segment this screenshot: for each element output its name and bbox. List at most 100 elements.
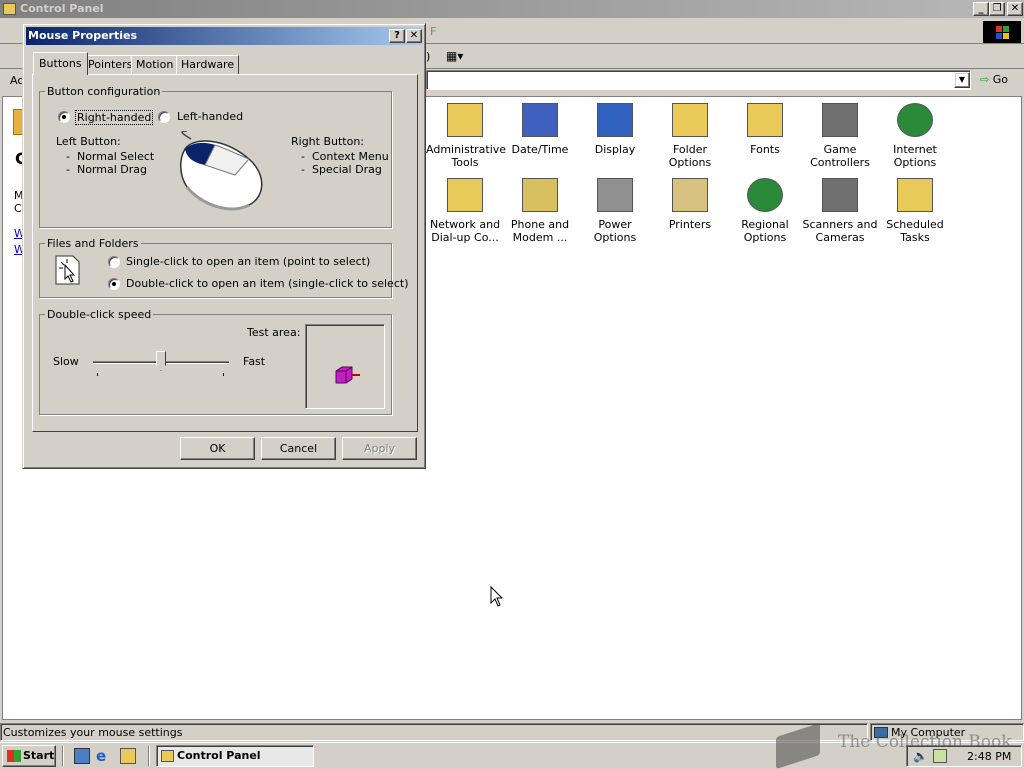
toolbar-back-partial[interactable]: ) bbox=[426, 50, 430, 63]
cp-item[interactable]: Scheduled Tasks bbox=[876, 174, 954, 244]
cp-item[interactable]: Regional Options bbox=[726, 174, 804, 244]
watermark: The Collection Book bbox=[776, 722, 1016, 769]
minimize-button[interactable]: _ bbox=[973, 2, 989, 16]
left-handed-label[interactable]: Left-handed bbox=[177, 110, 243, 123]
menu-file[interactable]: F bbox=[430, 25, 436, 38]
cp-item[interactable]: Phone and Modem ... bbox=[501, 174, 579, 244]
fonts-folder-icon bbox=[747, 103, 783, 137]
cp-item-label: Power Options bbox=[593, 218, 637, 244]
cp-item-label: Administrative Tools bbox=[426, 143, 507, 169]
right-handed-radio[interactable] bbox=[58, 111, 70, 123]
slider-tick-max bbox=[223, 373, 224, 376]
cp-item[interactable]: Game Controllers bbox=[801, 99, 879, 169]
cancel-button[interactable]: Cancel bbox=[261, 437, 336, 460]
close-button[interactable]: ✕ bbox=[1007, 2, 1023, 16]
taskbar-task-control-panel[interactable]: Control Panel bbox=[156, 745, 314, 767]
quicklaunch-separator-2 bbox=[148, 746, 150, 766]
tab-hardware[interactable]: Hardware bbox=[176, 55, 240, 75]
tab-motion[interactable]: Motion bbox=[131, 55, 179, 75]
button-configuration-label: Button configuration bbox=[45, 85, 163, 98]
go-label: Go bbox=[992, 73, 1008, 86]
left-handed-radio[interactable] bbox=[158, 111, 170, 123]
double-click-radio[interactable] bbox=[108, 278, 120, 290]
network-icon bbox=[447, 178, 483, 212]
cp-item-label: Scanners and Cameras bbox=[802, 218, 878, 244]
views-icon[interactable]: ▦▾ bbox=[446, 49, 470, 65]
single-click-label[interactable]: Single-click to open an item (point to s… bbox=[126, 255, 370, 268]
internet-explorer-icon[interactable]: e bbox=[96, 747, 106, 765]
address-input[interactable] bbox=[426, 70, 971, 90]
apply-button[interactable]: Apply bbox=[342, 437, 417, 460]
tab-buttons-label: Buttons bbox=[39, 57, 82, 70]
single-click-radio[interactable] bbox=[108, 256, 120, 268]
fast-label: Fast bbox=[243, 355, 266, 368]
tab-panel-buttons: Button configuration Right-handed Left-h… bbox=[32, 74, 418, 432]
tab-pointers-label: Pointers bbox=[88, 58, 133, 71]
outlook-express-icon[interactable] bbox=[120, 748, 136, 764]
task-control-panel-icon bbox=[161, 750, 174, 762]
dialog-close-button[interactable]: ✕ bbox=[406, 29, 422, 43]
phone-icon bbox=[522, 178, 558, 212]
right-handed-label[interactable]: Right-handed bbox=[75, 110, 154, 125]
ok-button[interactable]: OK bbox=[180, 437, 255, 460]
help-button[interactable]: ? bbox=[389, 29, 405, 43]
calendar-clock-icon bbox=[522, 103, 558, 137]
left-panel-desc-2: C bbox=[14, 202, 22, 215]
slow-label: Slow bbox=[53, 355, 79, 368]
windows-logo-icon bbox=[983, 21, 1021, 43]
monitor-icon bbox=[597, 103, 633, 137]
cp-item-label: Phone and Modem ... bbox=[510, 218, 570, 244]
folder-tools-icon bbox=[447, 103, 483, 137]
show-desktop-icon[interactable] bbox=[74, 748, 90, 764]
globe-icon bbox=[897, 103, 933, 137]
cp-item-label: Display bbox=[594, 143, 636, 156]
jack-in-the-box-icon bbox=[335, 366, 360, 384]
test-area-box[interactable] bbox=[305, 324, 385, 409]
dialog-title-bar[interactable]: Mouse Properties bbox=[26, 27, 422, 45]
tab-buttons[interactable]: Buttons bbox=[33, 52, 88, 75]
cp-item[interactable]: Internet Options bbox=[876, 99, 954, 169]
cp-item[interactable]: Scanners and Cameras bbox=[801, 174, 879, 244]
cp-item[interactable]: Power Options bbox=[576, 174, 654, 244]
cp-item[interactable]: Display bbox=[576, 99, 654, 156]
left-button-line-2: - Normal Drag bbox=[66, 163, 147, 176]
double-click-speed-label: Double-click speed bbox=[45, 308, 154, 321]
printer-icon bbox=[672, 178, 708, 212]
start-button[interactable]: Start bbox=[2, 745, 56, 767]
restore-button[interactable]: ❐ bbox=[989, 2, 1005, 16]
double-click-label[interactable]: Double-click to open an item (single-cli… bbox=[126, 277, 408, 290]
cp-item[interactable]: Folder Options bbox=[651, 99, 729, 169]
mouse-illustration-icon bbox=[180, 131, 263, 211]
windows-start-icon bbox=[7, 750, 21, 762]
cp-item[interactable]: Administrative Tools bbox=[426, 99, 507, 169]
cp-item[interactable]: Date/Time bbox=[501, 99, 579, 156]
cp-item-label: Regional Options bbox=[741, 218, 789, 244]
address-dropdown-button[interactable]: ▼ bbox=[954, 72, 970, 88]
tab-motion-label: Motion bbox=[136, 58, 174, 71]
go-button[interactable]: ⇨ Go bbox=[980, 72, 1020, 90]
cp-item[interactable]: Printers bbox=[651, 174, 729, 231]
scheduled-tasks-icon bbox=[897, 178, 933, 212]
slider-tick-min bbox=[97, 373, 98, 376]
watermark-text: The Collection Book bbox=[838, 732, 1012, 752]
cp-item-label: Printers bbox=[668, 218, 712, 231]
joystick-icon bbox=[822, 103, 858, 137]
cp-item-label: Folder Options bbox=[668, 143, 712, 169]
window-title-bar[interactable]: Control Panel bbox=[0, 0, 1024, 18]
cp-item-label: Internet Options bbox=[893, 143, 937, 169]
cp-item-label: Scheduled Tasks bbox=[886, 218, 944, 244]
cp-item-label: Fonts bbox=[750, 143, 780, 156]
task-label: Control Panel bbox=[177, 749, 261, 762]
start-label: Start bbox=[23, 749, 55, 762]
cp-item[interactable]: Network and Dial-up Co... bbox=[426, 174, 504, 244]
tab-pointers[interactable]: Pointers bbox=[83, 55, 138, 75]
left-button-title: Left Button: bbox=[56, 135, 121, 148]
book-logo-icon bbox=[776, 722, 820, 769]
go-arrow-icon: ⇨ bbox=[980, 73, 990, 86]
scanner-icon bbox=[822, 178, 858, 212]
globe-regional-icon bbox=[747, 178, 783, 212]
quicklaunch-separator bbox=[62, 746, 64, 766]
cp-item-label: Network and Dial-up Co... bbox=[429, 218, 501, 244]
cp-item[interactable]: Fonts bbox=[726, 99, 804, 156]
left-button-line-1: - Normal Select bbox=[66, 150, 155, 163]
